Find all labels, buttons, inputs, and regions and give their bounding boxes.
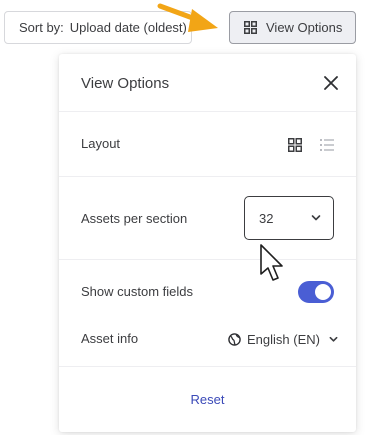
assets-per-section: Assets per section 32 — [59, 177, 356, 260]
globe-icon — [228, 332, 241, 346]
layout-section: Layout — [59, 112, 356, 177]
view-options-label: View Options — [266, 20, 343, 35]
asset-info-label: Asset info — [81, 331, 139, 346]
assets-per-section-select[interactable]: 32 — [244, 196, 334, 240]
assets-per-section-label: Assets per section — [81, 211, 188, 226]
assets-per-section-value: 32 — [259, 210, 274, 226]
page: Sort by: Upload date (oldest) View Optio… — [0, 0, 380, 435]
chevron-down-icon — [329, 336, 338, 342]
custom-fields-section: Show custom fields Asset info English (E… — [59, 260, 356, 367]
chevron-down-icon — [311, 215, 321, 221]
panel-header: View Options — [59, 54, 356, 112]
panel-title: View Options — [81, 75, 170, 92]
sort-by-prefix: Sort by: — [19, 20, 64, 35]
show-custom-fields-toggle[interactable] — [298, 281, 334, 303]
toggle-knob — [315, 284, 331, 300]
close-button[interactable] — [321, 73, 341, 93]
asset-info-language-select[interactable]: English (EN) — [228, 329, 338, 349]
grid-icon — [244, 21, 257, 34]
asset-info-value: English (EN) — [247, 331, 320, 347]
view-options-button[interactable]: View Options — [229, 11, 356, 44]
close-icon — [324, 76, 338, 90]
mouse-pointer-icon — [260, 244, 283, 281]
annotation-arrow-icon — [157, 3, 218, 32]
grid-icon[interactable] — [288, 138, 302, 152]
list-icon[interactable] — [320, 138, 334, 152]
show-custom-fields-label: Show custom fields — [81, 284, 193, 299]
reset-button[interactable]: Reset — [59, 392, 356, 407]
layout-label: Layout — [81, 136, 121, 151]
view-options-panel: View Options Layout Assets per section 3… — [59, 54, 356, 432]
